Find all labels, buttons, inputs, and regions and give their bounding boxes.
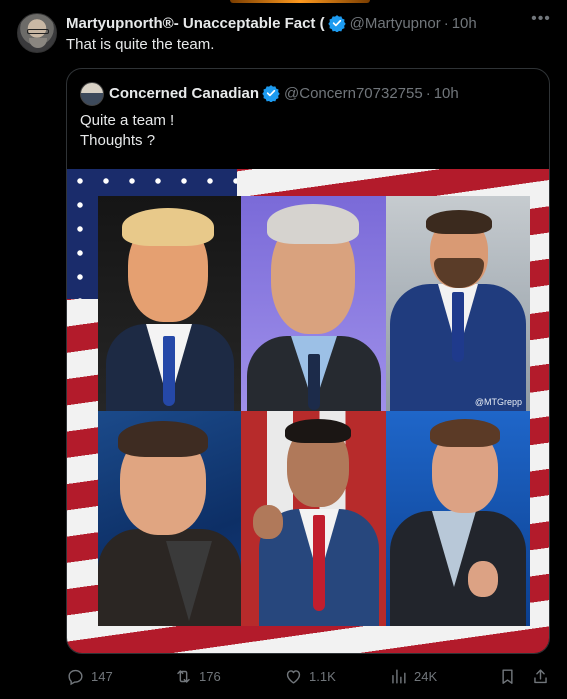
author-display-name[interactable]: Martyupnorth®- Unacceptable Fact (	[66, 15, 325, 32]
author-handle[interactable]: @Martyupnor	[350, 15, 441, 32]
quoted-tweet-header: Concerned Canadian @Concern70732755 · 10…	[109, 84, 459, 102]
reply-icon	[68, 669, 83, 686]
verified-badge-icon[interactable]	[262, 84, 280, 102]
quoted-post-time[interactable]: 10h	[434, 85, 459, 102]
views-button[interactable]: 24K	[389, 667, 437, 686]
collage-photo-3: @MTGrepp	[386, 196, 530, 411]
repost-icon	[177, 670, 190, 683]
tweet-text: That is quite the team.	[66, 36, 215, 53]
collage-photo-1	[98, 196, 241, 411]
reply-count: 147	[91, 669, 113, 684]
collage-photo-4	[98, 411, 241, 626]
author-avatar[interactable]	[17, 13, 57, 53]
tweet-header: Martyupnorth®- Unacceptable Fact ( @Mart…	[66, 13, 526, 33]
quoted-text-line: Quite a team !	[80, 112, 175, 129]
like-icon	[286, 670, 301, 684]
bookmark-icon	[502, 669, 513, 684]
avatar-beard	[29, 38, 47, 48]
like-button[interactable]: 1.1K	[284, 667, 336, 686]
reply-button[interactable]: 147	[66, 667, 113, 686]
photo-collage: @MTGrepp	[98, 196, 530, 626]
quoted-text-line: Thoughts ?	[80, 132, 156, 149]
bookmark-button[interactable]	[498, 667, 523, 686]
quoted-author-display-name[interactable]: Concerned Canadian	[109, 85, 259, 102]
like-count: 1.1K	[309, 669, 336, 684]
header-separator: ·	[443, 14, 449, 32]
quoted-media-image[interactable]: @MTGrepp	[67, 169, 549, 653]
repost-count: 176	[199, 669, 221, 684]
verified-badge-icon[interactable]	[327, 14, 346, 32]
collage-photo-5	[241, 411, 386, 626]
avatar-glasses	[27, 29, 49, 34]
quoted-author-handle[interactable]: @Concern70732755	[284, 85, 423, 102]
post-time[interactable]: 10h	[452, 15, 477, 32]
quoted-tweet[interactable]: Concerned Canadian @Concern70732755 · 10…	[66, 68, 550, 654]
quoted-author-avatar[interactable]	[80, 82, 104, 106]
share-icon	[534, 669, 547, 684]
media-watermark: @MTGrepp	[474, 397, 522, 407]
more-horizontal-icon[interactable]: •••	[530, 11, 552, 32]
share-button[interactable]	[531, 667, 556, 686]
tweet[interactable]: Martyupnorth®- Unacceptable Fact ( @Mart…	[0, 0, 567, 699]
tweet-actions: 147 176 1.1K 24K	[66, 667, 552, 687]
views-count: 24K	[414, 669, 438, 684]
collage-photo-6	[386, 411, 530, 626]
quoted-tweet-text: Quite a team ! Thoughts ?	[80, 111, 174, 151]
views-icon	[392, 669, 406, 684]
quoted-header-separator: ·	[425, 84, 431, 102]
repost-button[interactable]: 176	[174, 667, 221, 686]
top-accent-bar	[230, 0, 370, 3]
collage-photo-2	[241, 196, 386, 411]
